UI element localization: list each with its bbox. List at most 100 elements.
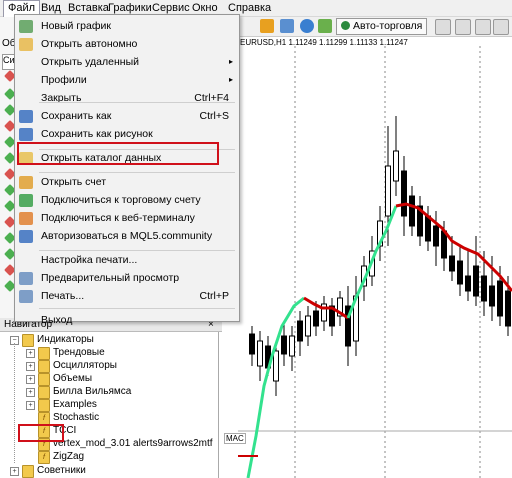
file-menu-item[interactable]: Новый график — [41, 19, 111, 33]
folder-icon — [38, 386, 50, 399]
autotrade-button[interactable]: Авто-торговля — [336, 18, 428, 35]
highlight-box — [17, 142, 219, 165]
menu-separator — [39, 102, 235, 103]
candle-body — [257, 340, 263, 367]
tree-expander-icon[interactable]: + — [26, 401, 35, 410]
new-chart-icon — [19, 20, 33, 33]
navigator-item[interactable]: Объемы — [53, 372, 92, 385]
zoom-in-icon[interactable] — [493, 19, 509, 35]
tree-expander-icon[interactable]: + — [26, 375, 35, 384]
folder-icon — [38, 360, 50, 373]
file-menu-shortcut: Ctrl+S — [199, 110, 229, 122]
navigator-item[interactable]: Советники — [37, 464, 86, 477]
file-menu-item[interactable]: Сохранить как рисунок — [41, 127, 153, 141]
candle-body — [433, 225, 439, 247]
menu-6[interactable]: Окно — [188, 1, 222, 15]
navigator-item[interactable]: Осцилляторы — [53, 359, 117, 372]
navigator-item[interactable]: ZigZag — [53, 450, 84, 463]
candle-chart-icon[interactable] — [455, 19, 471, 35]
candle-body — [489, 285, 495, 307]
file-menu-item[interactable]: Печать... — [41, 289, 84, 303]
candle-body — [313, 310, 319, 327]
folder-icon — [38, 347, 50, 360]
candle-body — [425, 215, 431, 242]
tree-guide-line — [14, 343, 15, 463]
mql5-icon — [19, 230, 33, 243]
moving-average-up — [346, 205, 398, 319]
web-icon — [19, 212, 33, 225]
open-folder-icon — [19, 38, 33, 51]
folder-icon — [38, 399, 50, 412]
navigator-panel: − Индикаторы + Трендовые + Осцилляторы + Объемы… — [0, 332, 219, 478]
file-menu-item[interactable]: Открыть автономно — [41, 37, 137, 51]
candle-body — [281, 335, 287, 355]
candle-body — [273, 350, 279, 382]
autotrade-icon — [341, 21, 350, 30]
candle-body — [457, 260, 463, 285]
gold-icon[interactable] — [260, 19, 274, 33]
file-menu-item[interactable]: Авторизоваться в MQL5.community — [41, 229, 212, 243]
menu-5[interactable]: Сервис — [148, 1, 194, 15]
candle-body — [473, 265, 479, 297]
folder-icon — [38, 373, 50, 386]
candle-body — [449, 255, 455, 272]
navigator-item[interactable]: Stochastic — [53, 411, 99, 424]
file-menu-item[interactable]: Выход — [41, 313, 72, 327]
file-menu-item[interactable]: Настройка печати... — [41, 253, 137, 267]
save-icon — [19, 110, 33, 123]
tree-expander-icon[interactable]: + — [10, 467, 19, 476]
print-icon — [19, 290, 33, 303]
candle-body — [385, 165, 391, 217]
new-order-icon[interactable] — [318, 19, 332, 33]
print-preview-icon — [19, 272, 33, 285]
file-menu-item[interactable]: Профили — [41, 73, 87, 87]
bar-chart-icon[interactable] — [435, 19, 451, 35]
subwindow-label: MAC — [224, 433, 246, 444]
tree-expander-icon[interactable]: + — [26, 388, 35, 397]
line-chart-icon[interactable] — [475, 19, 491, 35]
file-menu-item[interactable]: Подключиться к веб-терминалу — [41, 211, 195, 225]
indicator-icon: f — [38, 451, 50, 464]
candle-body — [497, 280, 503, 317]
menu-7[interactable]: Справка — [224, 1, 275, 15]
autotrade-label: Авто-торговля — [353, 20, 423, 32]
navigator-item[interactable]: Трендовые — [53, 346, 105, 359]
file-menu-item[interactable]: Предварительный просмотр — [41, 271, 179, 285]
user-icon — [19, 176, 33, 189]
menu-separator — [39, 250, 235, 251]
folder-icon — [22, 465, 34, 478]
candle-body — [297, 320, 303, 342]
price-chart[interactable]: EURUSD,H1 1.11249 1.11299 1.11133 1.1124… — [224, 36, 512, 478]
candle-body — [481, 275, 487, 302]
file-menu-item[interactable]: Сохранить как — [41, 109, 111, 123]
menu-separator — [39, 308, 235, 309]
tcci-highlight-box — [18, 424, 64, 442]
file-menu-item[interactable]: Подключиться к торговому счету — [41, 193, 201, 207]
menu-2[interactable]: Вид — [37, 1, 65, 15]
navigator-item[interactable]: Билла Вильямса — [53, 385, 131, 398]
candle-body — [401, 170, 407, 217]
tree-expander-icon[interactable]: + — [26, 349, 35, 358]
candle-body — [393, 150, 399, 182]
tree-expander-icon[interactable]: + — [26, 362, 35, 371]
navigator-item[interactable]: Индикаторы — [37, 333, 94, 346]
candle-body — [465, 275, 471, 292]
candle-body — [305, 315, 311, 337]
candle-body — [289, 335, 295, 357]
file-menu-item[interactable]: Открыть счет — [41, 175, 106, 189]
candle-body — [505, 290, 511, 327]
candle-body — [249, 333, 255, 355]
file-menu-item[interactable]: Открыть удаленный — [41, 55, 139, 69]
user-connect-icon — [19, 194, 33, 207]
save-picture-icon — [19, 128, 33, 141]
file-menu: Новый график Открыть автономно Открыть уда… — [14, 14, 240, 326]
chart-canvas — [238, 46, 512, 478]
navigator-item[interactable]: Examples — [53, 398, 97, 411]
navigator-item[interactable]: vertex_mod_3.01 alerts9arrows2mtf — [53, 437, 213, 450]
file-menu-shortcut: Ctrl+P — [199, 290, 229, 302]
globe-icon[interactable] — [300, 19, 314, 33]
toolbar: Авто-торговля — [238, 16, 512, 37]
menu-separator — [39, 172, 235, 173]
submenu-arrow-icon: ▸ — [228, 75, 233, 84]
chart-window-icon[interactable] — [280, 19, 294, 33]
